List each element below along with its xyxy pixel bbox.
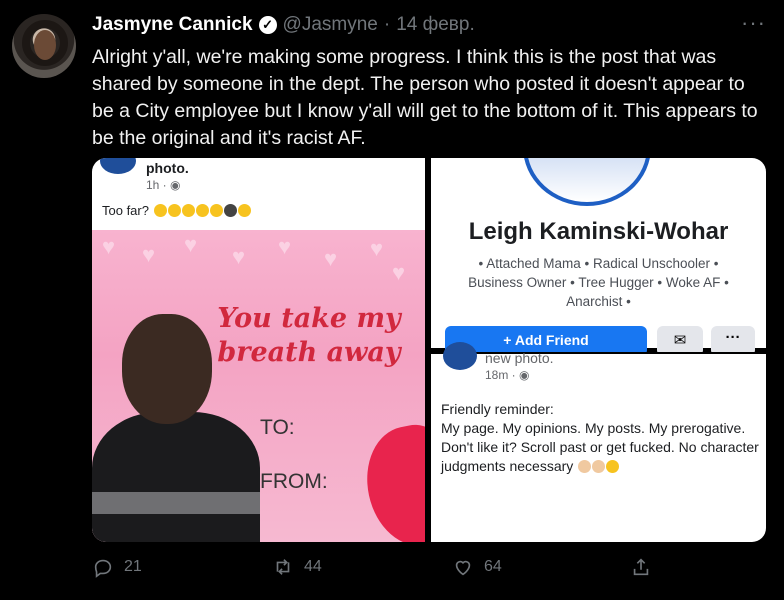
left-post-caption: Too far? <box>102 203 251 218</box>
share-button[interactable] <box>630 556 652 578</box>
heart-icon: ♥ <box>232 244 246 269</box>
verified-icon: ✓ <box>258 16 277 34</box>
author-avatar[interactable] <box>12 14 76 78</box>
like-count: 64 <box>484 558 502 575</box>
second-post-time: 18m · <box>485 368 520 382</box>
person-shirt-stripe <box>92 492 260 514</box>
waving-hand-emoji-icon <box>578 460 592 473</box>
post-line: Don't like it? Scroll past or get fucked… <box>441 438 759 476</box>
tweet-text: Alright y'all, we're making some progres… <box>92 46 758 149</box>
large-heart-icon <box>356 417 425 542</box>
post-line: Friendly reminder: <box>441 401 554 417</box>
person-emoji-icon <box>223 204 237 217</box>
avatar-face <box>34 30 56 60</box>
retweet-count: 44 <box>304 558 322 575</box>
winking-kiss-emoji-icon <box>606 460 620 473</box>
laughing-emoji-icon <box>153 204 167 217</box>
valentine-card-image: ♥ ♥ ♥ ♥ ♥ ♥ ♥ ♥ You take my breath away … <box>92 230 425 542</box>
person-body <box>92 412 260 542</box>
add-friend-icon: + <box>503 332 512 348</box>
profile-bio: • Attached Mama • Radical Unschooler • B… <box>468 256 729 309</box>
peace-sign-emoji-icon <box>592 460 606 473</box>
tweet-header: Jasmyne Cannick ✓ @Jasmyne · 14 февр. <box>92 14 475 36</box>
post-line: My page. My opinions. My posts. My prero… <box>441 420 746 436</box>
left-post-time: 1h · <box>146 178 171 192</box>
reply-button[interactable]: 21 <box>92 556 142 578</box>
tweet-date[interactable]: 14 февр. <box>396 14 475 36</box>
more-options-icon[interactable]: ··· <box>741 10 766 36</box>
tweet-media[interactable]: photo. 1h · ◉ Too far? ♥ ♥ ♥ ♥ ♥ ♥ ♥ ♥ Y… <box>92 158 766 542</box>
second-post-meta: 18m · ◉ <box>485 368 530 382</box>
laughing-emoji-icon <box>167 204 181 217</box>
like-button[interactable]: 64 <box>452 556 502 578</box>
share-icon <box>633 558 649 576</box>
author-handle[interactable]: @Jasmyne <box>283 14 378 36</box>
heart-icon: ♥ <box>324 246 338 271</box>
heart-icon: ♥ <box>370 236 384 261</box>
profile-picture <box>523 158 651 206</box>
heart-icon: ♥ <box>184 232 198 257</box>
tweet-actions: 21 44 64 <box>92 556 752 580</box>
left-post-header: photo. <box>146 160 189 176</box>
laughing-emoji-icon <box>181 204 195 217</box>
page-logo-icon <box>100 158 136 174</box>
separator: · <box>383 14 391 35</box>
caption-text: Too far? <box>102 203 153 218</box>
card-to-label: TO: <box>260 416 295 439</box>
add-friend-label: Add Friend <box>514 332 589 348</box>
person-photo <box>92 314 260 542</box>
second-post-screenshot[interactable]: new photo. 18m · ◉ Friendly reminder: My… <box>431 342 766 542</box>
laughing-emoji-icon <box>195 204 209 217</box>
card-from-label: FROM: <box>260 470 328 493</box>
second-post-text: Friendly reminder: My page. My opinions.… <box>441 400 759 476</box>
profile-screenshot[interactable]: Leigh Kaminski-Wohar • Attached Mama • R… <box>431 158 766 356</box>
retweet-button[interactable]: 44 <box>272 556 322 578</box>
heart-icon: ♥ <box>102 234 116 259</box>
messenger-icon: ✉ <box>673 332 687 349</box>
person-head <box>122 314 212 424</box>
heart-icon: ♥ <box>278 234 292 259</box>
second-post-header: new photo. <box>485 350 554 366</box>
reply-count: 21 <box>124 558 142 575</box>
sunglasses-emoji-icon <box>237 204 251 217</box>
retweet-icon <box>276 559 290 575</box>
page-logo-icon <box>443 342 477 370</box>
author-name[interactable]: Jasmyne Cannick <box>92 14 253 36</box>
heart-icon <box>455 560 471 576</box>
heart-icon: ♥ <box>392 260 406 285</box>
left-post-meta: 1h · ◉ <box>146 178 181 192</box>
laughing-emoji-icon <box>209 204 223 217</box>
left-post-screenshot[interactable]: photo. 1h · ◉ Too far? ♥ ♥ ♥ ♥ ♥ ♥ ♥ ♥ Y… <box>92 158 425 542</box>
reply-icon <box>94 559 112 578</box>
globe-icon: ◉ <box>519 368 530 382</box>
heart-icon: ♥ <box>142 242 156 267</box>
profile-name: Leigh Kaminski-Wohar <box>468 218 729 245</box>
globe-icon: ◉ <box>170 178 181 192</box>
